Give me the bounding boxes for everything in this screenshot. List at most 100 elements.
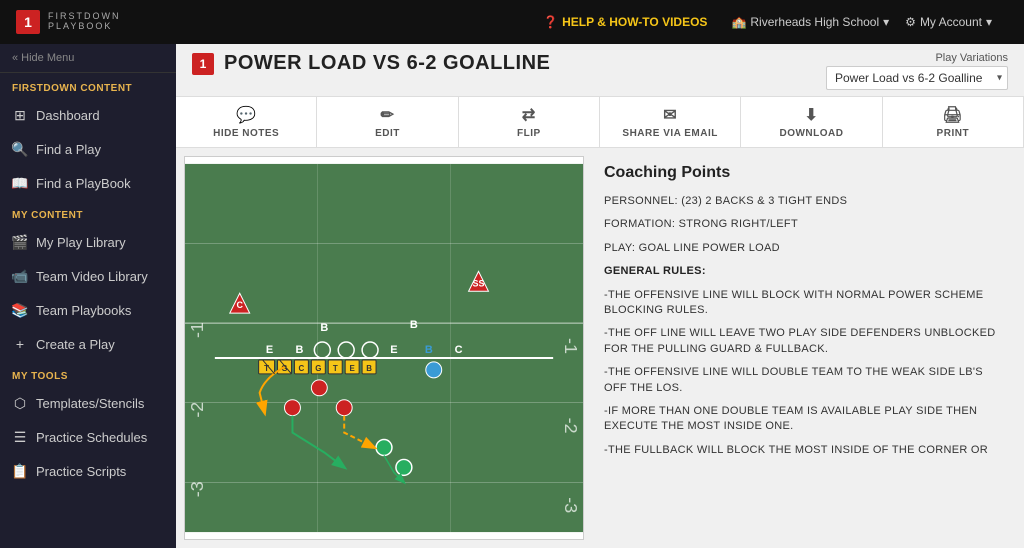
school-icon: 🏫 [731, 15, 746, 29]
play-body: -1 -2 -3 -1 -2 -3 C SS [176, 148, 1024, 548]
svg-text:T: T [333, 364, 338, 373]
sidebar-item-label: Create a Play [36, 337, 115, 352]
svg-text:C: C [455, 344, 463, 356]
dashboard-icon: ⊞ [12, 107, 28, 123]
share-email-label: SHARE VIA EMAIL [622, 128, 717, 139]
coaching-points-panel: Coaching Points PERSONNEL: (23) 2 BACKS … [592, 156, 1016, 540]
sidebar-item-label: Find a Play [36, 142, 101, 157]
flip-label: FLIP [517, 128, 541, 139]
sidebar-item-practice-schedules[interactable]: ☰ Practice Schedules [0, 420, 176, 454]
search-icon: 🔍 [12, 141, 28, 157]
sidebar-item-play-library[interactable]: 🎬 My Play Library [0, 225, 176, 259]
download-label: DOWNLOAD [779, 128, 843, 139]
my-tools-section-label: MY TOOLS [0, 361, 176, 386]
flip-button[interactable]: ⇄ FLIP [459, 97, 600, 147]
svg-text:-3: -3 [187, 481, 207, 497]
sidebar-item-templates[interactable]: ⬡ Templates/Stencils [0, 386, 176, 420]
sidebar-item-find-playbook[interactable]: 📖 Find a PlayBook [0, 166, 176, 200]
sidebar: « Hide Menu FIRSTDOWN CONTENT ⊞ Dashboar… [0, 44, 176, 548]
svg-text:B: B [366, 364, 372, 373]
coaching-point: PERSONNEL: (23) 2 BACKS & 3 TIGHT ENDS [604, 194, 1004, 209]
download-button[interactable]: ⬇ DOWNLOAD [741, 97, 882, 147]
svg-text:-2: -2 [561, 418, 581, 434]
sidebar-item-team-playbooks[interactable]: 📚 Team Playbooks [0, 293, 176, 327]
chevron-down-icon: ▾ [883, 15, 889, 29]
edit-icon: ✏ [381, 105, 395, 125]
stencil-icon: ⬡ [12, 395, 28, 411]
svg-text:G: G [315, 364, 321, 373]
play-diagram: -1 -2 -3 -1 -2 -3 C SS [184, 156, 584, 540]
script-icon: 📋 [12, 463, 28, 479]
firstdown-section-label: FIRSTDOWN CONTENT [0, 73, 176, 98]
print-button[interactable]: 🖨 PRINT [883, 97, 1024, 147]
sidebar-item-practice-scripts[interactable]: 📋 Practice Scripts [0, 454, 176, 488]
svg-text:C: C [299, 364, 305, 373]
account-menu[interactable]: ⚙ My Account ▾ [905, 15, 992, 29]
svg-text:SS: SS [473, 278, 485, 288]
play-badge: 1 [192, 53, 214, 75]
share-email-button[interactable]: ✉ SHARE VIA EMAIL [600, 97, 741, 147]
print-label: PRINT [937, 128, 970, 139]
svg-text:C: C [236, 300, 243, 310]
svg-text:B: B [320, 322, 328, 334]
page-title: POWER LOAD VS 6-2 GOALLINE [224, 52, 550, 75]
coaching-point: PLAY: GOAL LINE POWER LOAD [604, 241, 1004, 256]
sidebar-item-dashboard[interactable]: ⊞ Dashboard [0, 98, 176, 132]
sidebar-item-video-library[interactable]: 📹 Team Video Library [0, 259, 176, 293]
sidebar-item-label: Find a PlayBook [36, 176, 131, 191]
video-icon: 🎬 [12, 234, 28, 250]
book-icon: 📖 [12, 175, 28, 191]
sidebar-item-label: Practice Schedules [36, 430, 147, 445]
diagram-svg: -1 -2 -3 -1 -2 -3 C SS [185, 157, 583, 539]
play-header: 1 POWER LOAD VS 6-2 GOALLINE Play Variat… [176, 44, 1024, 90]
help-videos-link[interactable]: ❓ HELP & HOW-TO VIDEOS [543, 15, 707, 29]
top-navigation: 1 FIRSTDOWN PLAYBOOK ❓ HELP & HOW-TO VID… [0, 0, 1024, 44]
gear-icon: ⚙ [905, 15, 916, 29]
logo: 1 FIRSTDOWN PLAYBOOK [16, 10, 121, 34]
play-toolbar: 💬 HIDE NOTES ✏ EDIT ⇄ FLIP ✉ SHARE VIA E… [176, 96, 1024, 148]
svg-text:E: E [266, 344, 273, 356]
play-variations-wrapper[interactable]: Power Load vs 6-2 Goalline [826, 66, 1008, 90]
coaching-point: -THE OFFENSIVE LINE WILL DOUBLE TEAM TO … [604, 365, 1004, 396]
svg-text:E: E [350, 364, 355, 373]
coaching-point: -THE OFFENSIVE LINE WILL BLOCK WITH NORM… [604, 288, 1004, 319]
sidebar-item-find-play[interactable]: 🔍 Find a Play [0, 132, 176, 166]
play-variations-select[interactable]: Power Load vs 6-2 Goalline [826, 66, 1008, 90]
sidebar-item-label: Practice Scripts [36, 464, 126, 479]
school-selector[interactable]: 🏫 Riverheads High School ▾ [731, 15, 889, 29]
hide-notes-label: HIDE NOTES [213, 128, 279, 139]
coaching-point: -THE FULLBACK WILL BLOCK THE MOST INSIDE… [604, 443, 1004, 458]
playbook-icon: 📚 [12, 302, 28, 318]
schedule-icon: ☰ [12, 429, 28, 445]
coaching-point: -THE OFF LINE WILL LEAVE TWO PLAY SIDE D… [604, 326, 1004, 357]
edit-label: EDIT [375, 128, 400, 139]
play-variations-label: Play Variations [935, 52, 1008, 64]
edit-button[interactable]: ✏ EDIT [317, 97, 458, 147]
play-title-row: 1 POWER LOAD VS 6-2 GOALLINE [192, 52, 550, 75]
svg-text:-2: -2 [187, 402, 207, 418]
sidebar-item-create-play[interactable]: + Create a Play [0, 327, 176, 361]
question-icon: ❓ [543, 15, 558, 29]
svg-text:B: B [410, 319, 418, 331]
logo-text: FIRSTDOWN PLAYBOOK [48, 12, 121, 32]
chevron-down-icon: ▾ [986, 15, 992, 29]
sidebar-item-label: My Play Library [36, 235, 126, 250]
svg-text:-3: -3 [561, 497, 581, 513]
play-variations-box: Play Variations Power Load vs 6-2 Goalli… [826, 52, 1008, 90]
logo-badge: 1 [16, 10, 40, 34]
svg-text:B: B [295, 344, 303, 356]
print-icon: 🖨 [942, 105, 963, 125]
plus-icon: + [12, 336, 28, 352]
coaching-point: -IF MORE THAN ONE DOUBLE TEAM IS AVAILAB… [604, 404, 1004, 435]
flip-icon: ⇄ [522, 105, 536, 125]
svg-text:B: B [425, 344, 433, 356]
download-icon: ⬇ [805, 105, 819, 125]
content-area: 1 POWER LOAD VS 6-2 GOALLINE Play Variat… [176, 44, 1024, 548]
sidebar-item-label: Team Video Library [36, 269, 148, 284]
notes-icon: 💬 [236, 105, 256, 125]
svg-text:E: E [390, 344, 397, 356]
coaching-title: Coaching Points [604, 164, 1004, 182]
hide-menu-button[interactable]: « Hide Menu [0, 44, 176, 73]
svg-text:-1: -1 [561, 338, 581, 354]
hide-notes-button[interactable]: 💬 HIDE NOTES [176, 97, 317, 147]
